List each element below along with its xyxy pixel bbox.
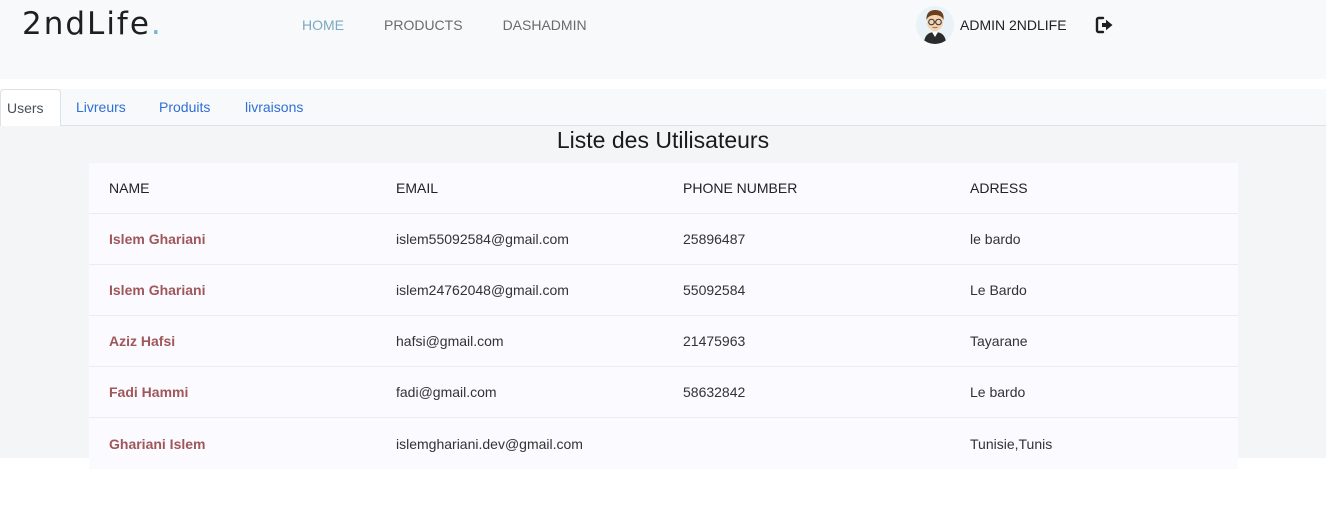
user-name-cell: Islem Ghariani: [109, 231, 206, 247]
nav-link-dashadmin[interactable]: DASHADMIN: [503, 17, 587, 33]
tabs-bar: Users Livreurs Produits livraisons: [0, 89, 1326, 127]
table-row: Ghariani Islem islemghariani.dev@gmail.c…: [89, 418, 1238, 469]
user-email-cell: fadi@gmail.com: [396, 384, 497, 400]
nav-link-home[interactable]: HOME: [302, 17, 344, 33]
column-header-address: ADRESS: [970, 180, 1028, 196]
users-panel: Liste des Utilisateurs NAME EMAIL PHONE …: [0, 126, 1326, 469]
tab-livreurs[interactable]: Livreurs: [59, 89, 143, 126]
user-email-cell: hafsi@gmail.com: [396, 333, 504, 349]
table-row: Fadi Hammi fadi@gmail.com 58632842 Le ba…: [89, 367, 1238, 418]
table-header-row: NAME EMAIL PHONE NUMBER ADRESS: [89, 163, 1238, 214]
tab-livraisons[interactable]: livraisons: [228, 89, 320, 126]
top-navbar: 2ndLife. HOME PRODUCTS DASHADMIN ADMIN 2…: [0, 0, 1326, 79]
page-title: Liste des Utilisateurs: [556, 127, 770, 153]
user-name-cell: Aziz Hafsi: [109, 333, 176, 349]
user-email-cell: islem55092584@gmail.com: [396, 231, 569, 247]
user-phone-cell: 25896487: [683, 231, 746, 247]
user-phone-cell: 58632842: [683, 384, 746, 400]
column-header-phone: PHONE NUMBER: [683, 180, 798, 196]
nav-link-products[interactable]: PRODUCTS: [384, 17, 463, 33]
tab-users[interactable]: Users: [0, 89, 61, 127]
user-phone-cell: 21475963: [683, 333, 746, 349]
avatar-icon[interactable]: [916, 6, 954, 44]
user-name-cell: Islem Ghariani: [109, 282, 206, 298]
table-row: Aziz Hafsi hafsi@gmail.com 21475963 Taya…: [89, 316, 1238, 367]
user-address-cell: le bardo: [970, 231, 1021, 247]
brand-name: 2ndLife: [22, 6, 151, 42]
nav-links: HOME PRODUCTS DASHADMIN: [302, 17, 627, 33]
sign-out-icon[interactable]: [1095, 15, 1115, 35]
user-name-cell: Fadi Hammi: [109, 384, 189, 400]
users-table: NAME EMAIL PHONE NUMBER ADRESS Islem Gha…: [89, 163, 1238, 469]
column-header-name: NAME: [109, 180, 150, 196]
user-address-cell: Tunisie,Tunis: [970, 435, 1053, 452]
column-header-email: EMAIL: [396, 180, 439, 196]
user-name-cell: Ghariani Islem: [109, 435, 206, 452]
tab-produits[interactable]: Produits: [142, 89, 227, 126]
user-email-cell: islemghariani.dev@gmail.com: [396, 435, 583, 452]
user-email-cell: islem24762048@gmail.com: [396, 282, 569, 298]
user-phone-cell: 55092584: [683, 282, 746, 298]
user-area: ADMIN 2NDLIFE: [916, 6, 1115, 44]
table-row: Islem Ghariani islem24762048@gmail.com 5…: [89, 265, 1238, 316]
user-address-cell: Le Bardo: [970, 282, 1027, 298]
brand-logo[interactable]: 2ndLife.: [22, 6, 163, 42]
brand-dot: .: [150, 6, 163, 42]
table-row: Islem Ghariani islem55092584@gmail.com 2…: [89, 214, 1238, 265]
user-name[interactable]: ADMIN 2NDLIFE: [960, 17, 1067, 33]
user-address-cell: Tayarane: [970, 333, 1028, 349]
user-address-cell: Le bardo: [970, 384, 1026, 400]
